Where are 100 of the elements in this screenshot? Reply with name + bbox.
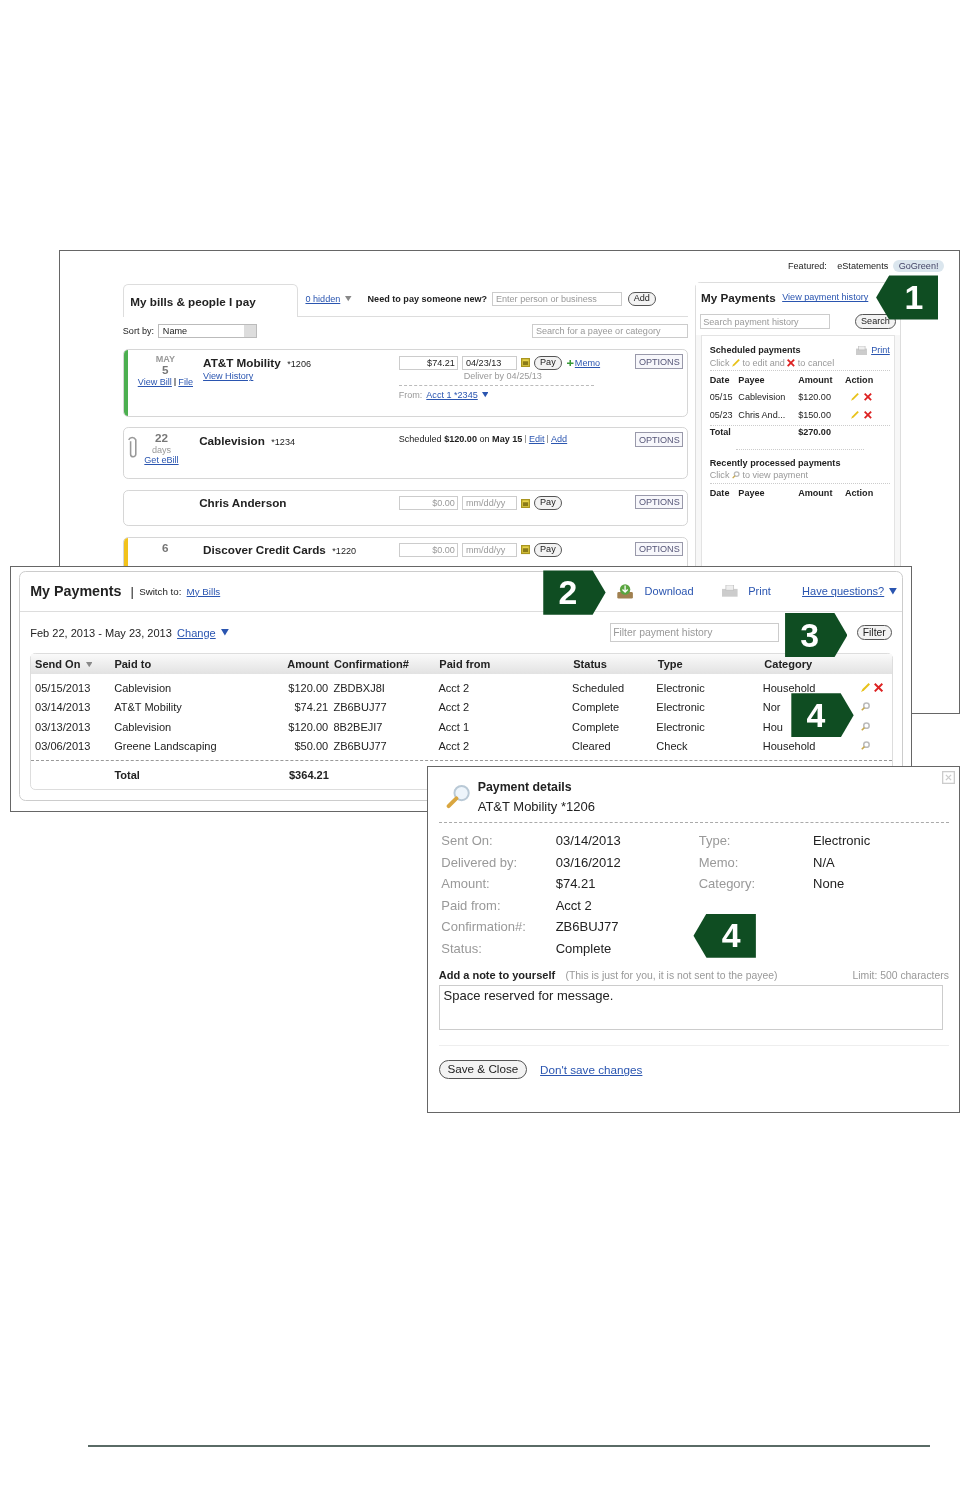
account-number: *1206 [287, 358, 311, 369]
download-link[interactable]: Download [644, 585, 694, 598]
table-cell-text: ZBDBXJ8I [333, 681, 386, 694]
hidden-link[interactable]: 0 hidden [305, 294, 341, 305]
table-cell: Household [762, 681, 816, 694]
payee-search-field[interactable]: Search for a payee or category [532, 324, 689, 339]
change-link[interactable]: Change [177, 626, 216, 639]
column-header[interactable]: Confirmation# [334, 658, 440, 671]
payment-link[interactable]: Edit [528, 433, 545, 444]
column-header: Date [709, 375, 731, 386]
payee-name: Chris Anderson [199, 496, 287, 510]
gogreen-badge[interactable]: GoGreen! [893, 259, 944, 273]
filter-button[interactable]: Filter [856, 624, 892, 641]
bills-tab[interactable]: My bills & people I pay [122, 283, 298, 318]
memo-link[interactable]: Memo [574, 357, 601, 368]
account-link[interactable]: Acct 1 *2345 [426, 390, 478, 401]
column-header[interactable]: Paid from [439, 658, 574, 671]
due-day: 6 [162, 541, 169, 555]
payee-input-field[interactable]: Enter person or business [492, 291, 623, 307]
options-button[interactable]: OPTIONS [635, 354, 684, 369]
history-link[interactable]: View History [203, 371, 254, 382]
bill-link[interactable]: View Bill [137, 377, 172, 388]
table-cell-text: 03/06/2013 [35, 740, 92, 752]
column-header[interactable]: Paid to [114, 658, 266, 671]
section-title: Recently processed payments [709, 457, 842, 468]
options-button[interactable]: OPTIONS [635, 494, 684, 510]
payment-link[interactable]: Add [551, 433, 568, 444]
magnifier-icon[interactable] [861, 741, 871, 751]
save-close-button[interactable]: Save & Close [438, 1059, 528, 1080]
account-number: *1220 [332, 545, 357, 556]
options-button[interactable]: OPTIONS [635, 541, 684, 557]
column-header[interactable]: Category [764, 658, 864, 671]
magnifier-icon[interactable] [861, 702, 871, 712]
date-field[interactable]: 04/23/13 [462, 355, 517, 370]
column-header[interactable]: Amount [265, 658, 335, 671]
magnifier-icon[interactable] [861, 721, 871, 732]
options-button[interactable]: OPTIONS [635, 432, 684, 447]
column-header[interactable]: Status [573, 658, 658, 671]
table-cell-text: Acct 1 [438, 720, 471, 733]
hint-text: Click [709, 357, 730, 368]
field-label: Delivered by: [441, 854, 519, 870]
column-header[interactable]: Send On [35, 658, 115, 671]
close-icon[interactable] [942, 771, 956, 784]
pay-button[interactable]: Pay [533, 355, 562, 370]
amount-field[interactable]: $0.00 [398, 542, 459, 558]
callout-marker: 4 [791, 693, 854, 738]
sort-label: Sort by: [122, 326, 155, 337]
date-field[interactable]: mm/dd/yy [462, 496, 517, 511]
table-cell-text: ZB6BUJ77 [333, 740, 388, 752]
print-link[interactable]: Print [748, 585, 771, 598]
field-label: Status: [441, 940, 483, 956]
total-label: Total [709, 427, 732, 438]
pay-button[interactable]: Pay [533, 496, 562, 511]
cancel-icon[interactable] [864, 410, 873, 419]
ebill-link[interactable]: Get eBill [144, 455, 179, 466]
field-label: Category: [698, 876, 757, 892]
total-amount: $364.21 [288, 768, 330, 781]
filter-field[interactable]: Filter payment history [609, 623, 779, 642]
field-label: Sent On: [441, 833, 494, 849]
history-link[interactable]: View payment history [782, 292, 869, 303]
table-cell-text: Electronic [656, 720, 706, 733]
discard-link[interactable]: Don't save changes [540, 1063, 643, 1077]
help-link[interactable]: Have questions? [802, 585, 885, 598]
pencil-icon [732, 358, 740, 367]
pay-button[interactable]: Pay [533, 542, 562, 558]
table-cell-text: 03/13/2013 [35, 720, 92, 733]
switch-label: Switch to: [139, 585, 182, 597]
cancel-icon[interactable] [874, 682, 884, 693]
column-header: Action [844, 375, 875, 386]
note-field[interactable]: Space reserved for message. [438, 984, 944, 1031]
add-button[interactable]: Add [627, 291, 657, 307]
print-link[interactable]: Print [871, 345, 890, 356]
table-cell-text: Electronic [656, 681, 706, 694]
download-icon[interactable] [616, 582, 635, 600]
table-cell-text: Greene Landscaping [114, 740, 218, 752]
amount-field[interactable]: $74.21 [398, 355, 459, 370]
amount-field[interactable]: $0.00 [398, 496, 459, 511]
featured-link[interactable]: eStatements [837, 260, 889, 271]
payments-tab[interactable]: My Payments [19, 572, 122, 611]
column-header[interactable]: Type [657, 658, 765, 671]
callout-marker: 3 [785, 613, 848, 658]
date-field[interactable]: mm/dd/yy [462, 542, 517, 558]
sort-select[interactable]: Name [157, 324, 257, 339]
featured-label: Featured: [788, 260, 827, 271]
table-cell-text: Scheduled [572, 681, 626, 694]
calendar-icon[interactable] [520, 358, 530, 368]
calendar-icon[interactable] [520, 545, 530, 555]
field-value: $74.21 [555, 876, 597, 892]
magnifier-icon [732, 471, 740, 480]
table-cell: Household [762, 740, 816, 752]
calendar-icon[interactable] [520, 498, 530, 508]
note-label: Add a note to yourself [438, 968, 556, 981]
printer-icon[interactable] [722, 585, 738, 598]
scheduled-text: Scheduled $120.00 on May 15 [398, 433, 523, 444]
table-cell-text: Acct 2 [438, 701, 471, 713]
history-search-field[interactable]: Search payment history [699, 314, 830, 329]
new-payee-label: Need to pay someone new? [367, 294, 488, 305]
cancel-icon[interactable] [864, 392, 873, 401]
my-bills-link[interactable]: My Bills [186, 585, 221, 597]
bill-link[interactable]: File [178, 377, 193, 388]
